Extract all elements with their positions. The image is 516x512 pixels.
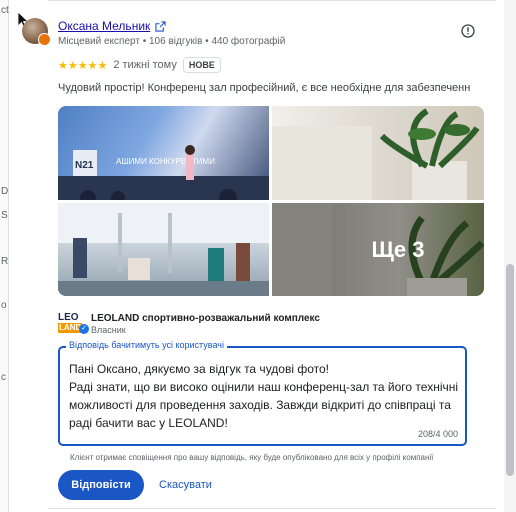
reply-text-content[interactable]: Пані Оксано, дякуємо за відгук та чудові… xyxy=(69,360,464,432)
reply-text-line: Раді знати, що ви високо оцінили наш кон… xyxy=(69,380,459,394)
scrollbar-thumb[interactable] xyxy=(506,264,514,476)
reply-text-line: раді бачити вас у LEOLAND! xyxy=(69,416,228,430)
more-photos-label: Ще 3 xyxy=(371,236,425,262)
background-text-fragment: D xyxy=(1,186,9,197)
new-badge: НОВЕ xyxy=(182,57,221,73)
reply-text-line: можливості для проведення заходів. Завжд… xyxy=(69,398,451,412)
card-border-bottom xyxy=(48,508,496,509)
hall-plants-image xyxy=(272,108,480,200)
review-photo-grid: N21 АШИМИ КОНКУРЕНТИМИ Ще 3 xyxy=(58,106,484,296)
reply-submit-button[interactable]: Відповісти xyxy=(58,470,144,500)
review-photo-more[interactable]: Ще 3 xyxy=(272,203,484,296)
author-avatar[interactable] xyxy=(22,18,51,46)
character-counter: 208/4 000 xyxy=(417,429,458,439)
review-text: Чудовий простір! Конференц зал професійн… xyxy=(58,82,470,94)
background-text-fragment: S xyxy=(1,210,8,221)
author-name-link[interactable]: Оксана Мельник xyxy=(58,19,150,33)
owner-logo-top: LEO xyxy=(58,312,79,323)
reply-notice: Клієнт отримає сповіщення про вашу відпо… xyxy=(70,453,434,462)
review-photo[interactable]: N21 АШИМИ КОНКУРЕНТИМИ xyxy=(58,106,269,200)
podium-sign: N21 xyxy=(75,160,94,171)
verified-check-icon: ✓ xyxy=(79,324,89,334)
card-border-top xyxy=(48,0,496,1)
owner-name: LEOLAND спортивно-розважальний комплекс xyxy=(91,313,320,324)
reply-field-label: Відповідь бачитимуть усі користувачі xyxy=(66,340,227,350)
review-date: 2 тижні тому xyxy=(113,59,177,71)
info-menu-icon[interactable] xyxy=(461,24,475,38)
cancel-button[interactable]: Скасувати xyxy=(153,470,218,500)
owner-role: Власник xyxy=(91,325,126,335)
author-meta: Місцевий експерт • 106 відгуків • 440 фо… xyxy=(58,36,286,47)
conference-stage-image: N21 АШИМИ КОНКУРЕНТИМИ xyxy=(58,145,269,200)
review-photo[interactable] xyxy=(58,203,269,296)
rating-row: ★★★★★ 2 тижні тому НОВЕ xyxy=(58,57,221,73)
lobby-people-image xyxy=(58,203,269,296)
star-rating: ★★★★★ xyxy=(58,59,108,72)
local-guide-badge-icon xyxy=(38,33,51,46)
background-text-fragment: R xyxy=(1,256,9,267)
background-text-fragment: o xyxy=(1,300,7,311)
background-page-strip: ct D S R o с xyxy=(0,0,9,512)
review-photo[interactable] xyxy=(272,106,484,200)
reply-text-line: Пані Оксано, дякуємо за відгук та чудові… xyxy=(69,362,329,376)
stage-screen-text: АШИМИ КОНКУРЕНТИМИ xyxy=(116,157,215,166)
background-text-fragment: с xyxy=(1,372,6,383)
background-text-fragment: ct xyxy=(1,5,9,16)
external-link-icon[interactable] xyxy=(155,20,166,32)
author-row: Оксана Мельник xyxy=(58,19,166,33)
